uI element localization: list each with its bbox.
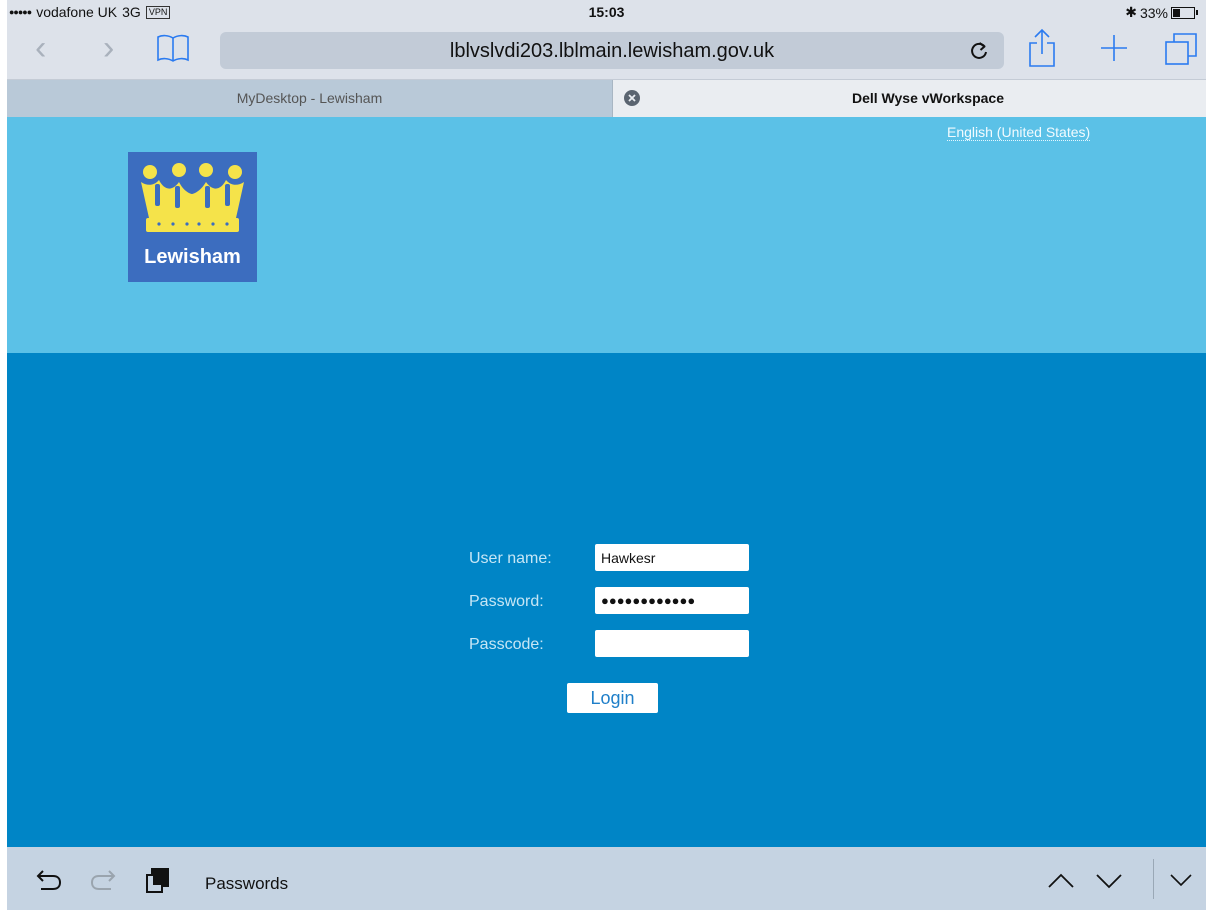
bookmarks-icon[interactable] <box>156 34 190 67</box>
share-icon[interactable] <box>1028 28 1056 73</box>
status-time: 15:03 <box>588 4 625 20</box>
back-icon[interactable]: ‹ <box>35 31 46 65</box>
undo-icon[interactable] <box>35 869 63 896</box>
login-panel: User name: Password: ●●●●●●●●●●●● Passco… <box>7 353 1206 847</box>
password-input[interactable]: ●●●●●●●●●●●● <box>595 587 749 614</box>
keyboard-accessory-bar: Passwords <box>7 847 1206 910</box>
browser-toolbar: ‹ › lblvslvdi203.lblmain.lewisham.gov.uk <box>7 22 1206 79</box>
username-label: User name: <box>469 550 552 567</box>
passcode-label: Passcode: <box>469 636 544 653</box>
tab-mydesktop[interactable]: MyDesktop - Lewisham <box>7 80 613 117</box>
new-tab-icon[interactable] <box>1099 33 1129 68</box>
bluetooth-icon: ✱ <box>1125 4 1137 20</box>
login-button[interactable]: Login <box>567 683 658 713</box>
address-bar[interactable]: lblvslvdi203.lblmain.lewisham.gov.uk <box>220 32 1004 69</box>
password-label: Password: <box>469 593 544 610</box>
battery-fill <box>1173 8 1180 17</box>
battery-percent: 33% <box>1139 4 1168 21</box>
paste-icon[interactable] <box>145 867 171 898</box>
tab-strip: MyDesktop - Lewisham Dell Wyse vWorkspac… <box>7 79 1206 117</box>
dismiss-keyboard-icon[interactable] <box>1169 873 1193 892</box>
battery-icon <box>1171 6 1195 19</box>
language-selector[interactable]: English (United States) <box>947 124 1091 141</box>
tab-vworkspace[interactable]: Dell Wyse vWorkspace <box>613 80 1206 117</box>
divider <box>1153 859 1154 899</box>
close-tab-icon[interactable] <box>624 90 640 106</box>
url-text: lblvslvdi203.lblmain.lewisham.gov.uk <box>449 40 775 62</box>
crown-icon <box>141 163 244 232</box>
tab-label: Dell Wyse vWorkspace <box>851 90 1004 106</box>
redo-icon[interactable] <box>89 869 117 896</box>
passcode-input[interactable] <box>595 630 749 657</box>
battery-tip <box>1196 10 1198 15</box>
status-right: ✱ 33% <box>1125 4 1198 21</box>
chevron-down-icon[interactable] <box>1095 873 1123 894</box>
tabs-overview-icon[interactable] <box>1165 33 1197 70</box>
username-input[interactable] <box>595 544 749 571</box>
status-bar: ●●●●● vodafone UK 3G VPN 15:03 ✱ 33% <box>7 0 1206 22</box>
web-page: English (United States) Lewisham User na… <box>7 117 1206 847</box>
lewisham-logo: Lewisham <box>128 152 257 282</box>
reload-icon[interactable] <box>968 40 990 67</box>
chevron-up-icon[interactable] <box>1047 873 1075 894</box>
tab-label: MyDesktop - Lewisham <box>236 90 383 106</box>
passwords-button[interactable]: Passwords <box>205 874 288 894</box>
forward-icon[interactable]: › <box>103 31 114 65</box>
logo-text: Lewisham <box>144 246 241 268</box>
page-header: English (United States) Lewisham <box>7 117 1206 353</box>
